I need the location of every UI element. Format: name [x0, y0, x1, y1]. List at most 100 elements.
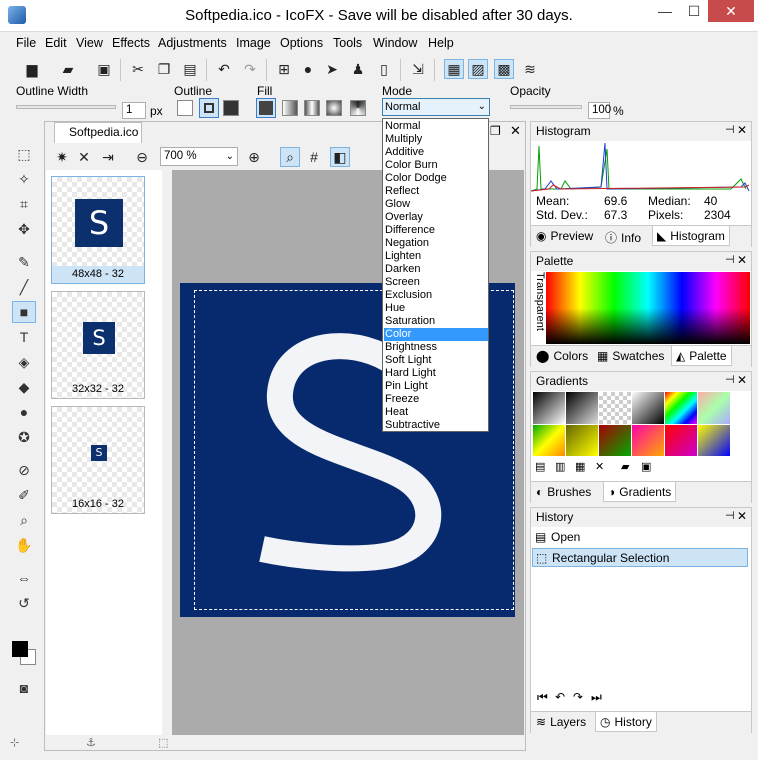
mode-option[interactable]: Exclusion — [384, 289, 488, 302]
pixel-grid-icon[interactable]: # — [304, 147, 324, 167]
menu-help[interactable]: Help — [428, 36, 454, 50]
zoom-select[interactable]: 700 % ⌄ — [160, 147, 238, 166]
gradient-swatch[interactable] — [698, 424, 730, 456]
move-icon[interactable]: ✥ — [12, 218, 36, 240]
apple-icon[interactable]: ● — [298, 59, 318, 79]
pin-icon[interactable]: ⊣ — [725, 253, 735, 266]
opacity-slider[interactable] — [510, 105, 582, 109]
gradient-swatch[interactable] — [566, 424, 598, 456]
pin-icon[interactable]: ⊣ — [725, 123, 735, 136]
tab-brushes[interactable]: ◐ Brushes — [536, 485, 591, 499]
eyedropper-icon[interactable]: ⊘ — [12, 459, 36, 481]
mode-option[interactable]: Hue — [384, 302, 488, 315]
tab-colors[interactable]: ⬤ Colors — [536, 349, 588, 363]
new-image-icon[interactable]: ✷ — [52, 147, 72, 167]
gradient-swatch[interactable] — [533, 424, 565, 456]
color-spectrum[interactable] — [546, 272, 750, 344]
close-button[interactable]: ✕ — [708, 0, 754, 22]
pin-icon[interactable]: ⊣ — [725, 509, 735, 522]
zoom-out-icon[interactable]: ⊖ — [132, 147, 152, 167]
outline-rect-button[interactable] — [199, 98, 219, 118]
mode-option[interactable]: Brightness — [384, 341, 488, 354]
delete-gradient-icon[interactable]: ✕ — [595, 460, 604, 473]
android-icon[interactable]: ♟ — [348, 59, 368, 79]
paste-icon[interactable]: ▤ — [180, 59, 200, 79]
transparent-label[interactable]: Transparent — [532, 272, 546, 344]
restore-icon[interactable]: ❐ — [490, 124, 501, 138]
tab-history[interactable]: ◷ History — [595, 712, 657, 732]
fill-radial-button[interactable] — [326, 100, 342, 116]
gradient-swatch[interactable] — [665, 392, 697, 424]
thumbnail-16[interactable]: S 16x16 - 32 — [51, 406, 145, 514]
menu-view[interactable]: View — [76, 36, 103, 50]
first-step-icon[interactable]: ⏮ — [537, 690, 548, 705]
opacity-input[interactable]: 100 — [588, 102, 611, 119]
mask-icon[interactable]: ▨ — [468, 59, 488, 79]
save-icon[interactable]: ▣ — [94, 59, 114, 79]
tab-preview[interactable]: ◉ Preview — [536, 229, 593, 243]
mode-option[interactable]: Normal — [384, 120, 488, 133]
checker-icon[interactable]: ▦ — [444, 59, 464, 79]
eraser-icon[interactable]: ◆ — [12, 376, 36, 398]
mode-option[interactable]: Heat — [384, 406, 488, 419]
bulb-icon[interactable]: ✪ — [12, 426, 36, 448]
drop-icon[interactable]: ● — [12, 401, 36, 423]
mode-option[interactable]: Negation — [384, 237, 488, 250]
foreground-color[interactable] — [12, 641, 28, 657]
gradient-swatch[interactable] — [533, 392, 565, 424]
outline-width-input[interactable]: 1 — [122, 102, 146, 119]
step-forward-icon[interactable]: ↷ — [573, 690, 583, 704]
open-gradient-icon[interactable]: ▰ — [621, 460, 629, 473]
close-icon[interactable]: ✕ — [737, 123, 747, 137]
menu-edit[interactable]: Edit — [45, 36, 67, 50]
mode-option[interactable]: Glow — [384, 198, 488, 211]
gradient-swatch[interactable] — [632, 424, 664, 456]
close-icon[interactable]: ✕ — [737, 253, 747, 267]
document-tab[interactable]: Softpedia.ico — [54, 122, 142, 143]
thumbnail-32[interactable]: S 32x32 - 32 — [51, 291, 145, 399]
image-export-icon[interactable]: ⇥ — [98, 147, 118, 167]
menu-image[interactable]: Image — [236, 36, 271, 50]
fill-linear-button[interactable] — [282, 100, 298, 116]
rectangle-icon[interactable]: ■ — [12, 301, 36, 323]
mode-option[interactable]: Color Burn — [384, 159, 488, 172]
windows-icon[interactable]: ⊞ — [274, 59, 294, 79]
tab-info[interactable]: ⓘ Info — [605, 229, 641, 246]
preview-toggle-icon[interactable]: ◧ — [330, 147, 350, 167]
mode-option[interactable]: Multiply — [384, 133, 488, 146]
mode-option[interactable]: Lighten — [384, 250, 488, 263]
close-icon[interactable]: ✕ — [737, 373, 747, 387]
menu-window[interactable]: Window — [373, 36, 417, 50]
duplicate-gradient-icon[interactable]: ▦ — [575, 460, 585, 473]
gradient-swatch[interactable] — [599, 392, 631, 424]
zoom-in-icon[interactable]: ⊕ — [244, 147, 264, 167]
copy-icon[interactable]: ❐ — [154, 59, 174, 79]
gradient-swatch[interactable] — [599, 424, 631, 456]
import-icon[interactable]: ⇲ — [408, 59, 428, 79]
tab-palette[interactable]: ◭ Palette — [671, 346, 732, 366]
fill-reflected-button[interactable] — [304, 100, 320, 116]
mode-option[interactable]: Screen — [384, 276, 488, 289]
flip-icon[interactable]: ⇔ — [12, 567, 36, 589]
thumbnail-48[interactable]: S 48x48 - 32 — [51, 176, 145, 284]
menu-file[interactable]: File — [16, 36, 36, 50]
gradient-swatch[interactable] — [632, 392, 664, 424]
tab-layers[interactable]: ≋ Layers — [536, 715, 586, 729]
mode-option[interactable]: Saturation — [384, 315, 488, 328]
cursor-icon[interactable]: ➤ — [322, 59, 342, 79]
redo-icon[interactable]: ↷ — [240, 59, 260, 79]
pin-icon[interactable]: ⊣ — [725, 373, 735, 386]
history-item[interactable]: ▤ Open — [532, 528, 748, 547]
mode-option-selected[interactable]: Color — [384, 328, 488, 341]
menu-options[interactable]: Options — [280, 36, 323, 50]
gradient-swatch[interactable] — [566, 392, 598, 424]
grid-icon[interactable]: ▩ — [494, 59, 514, 79]
mode-option[interactable]: Darken — [384, 263, 488, 276]
mode-option[interactable]: Reflect — [384, 185, 488, 198]
mode-option[interactable]: Color Dodge — [384, 172, 488, 185]
pencil-icon[interactable]: ✐ — [12, 484, 36, 506]
layers-icon[interactable]: ≋ — [520, 59, 540, 79]
outline-none-button[interactable] — [177, 100, 193, 116]
mode-option[interactable]: Subtractive — [384, 419, 488, 432]
mode-option[interactable]: Overlay — [384, 211, 488, 224]
